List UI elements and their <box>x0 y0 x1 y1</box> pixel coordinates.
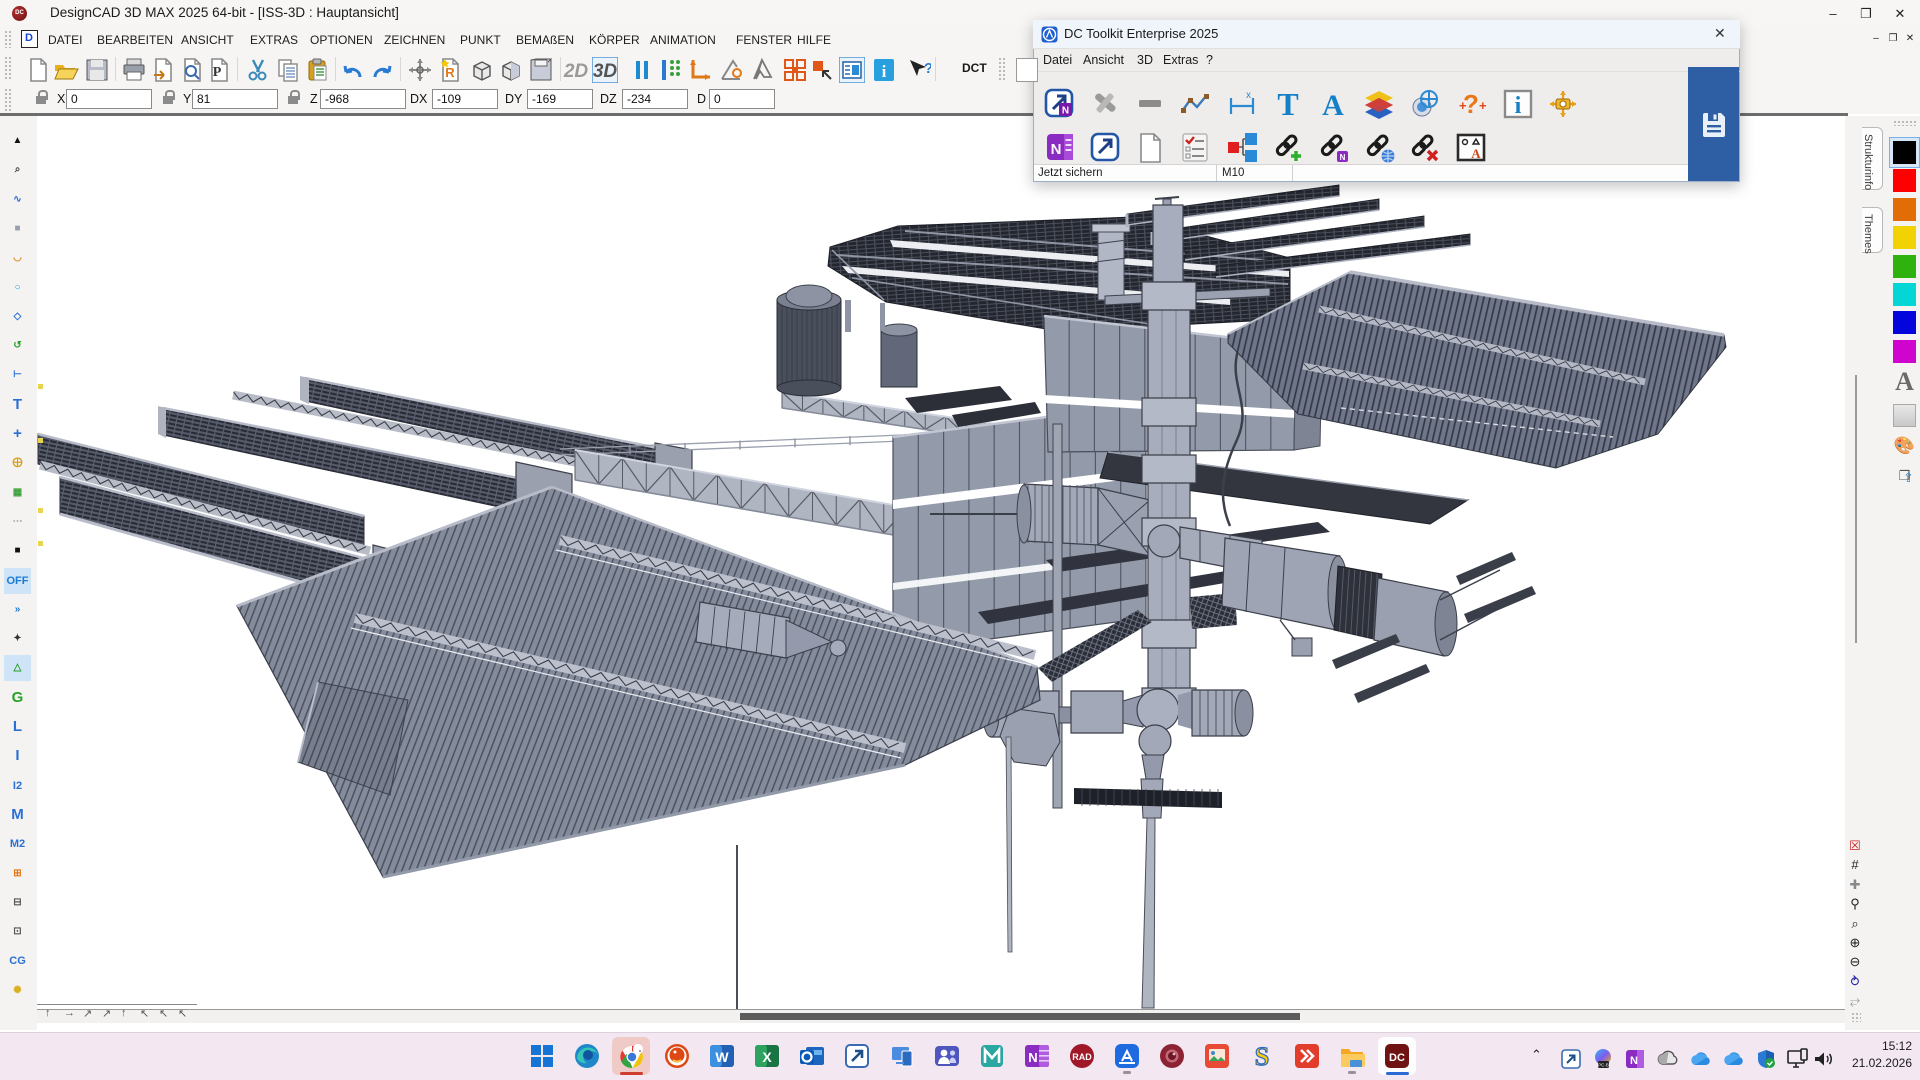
svg-text:R: R <box>445 65 455 80</box>
svg-text:N: N <box>1340 153 1346 162</box>
svg-text:A: A <box>1322 89 1344 122</box>
svg-text:+: + <box>1459 98 1467 113</box>
svg-text:N: N <box>1630 1055 1638 1067</box>
svg-text:x: x <box>1246 90 1251 101</box>
svg-text:DC: DC <box>1389 1052 1405 1064</box>
svg-text:2D: 2D <box>563 61 588 82</box>
svg-text:3D: 3D <box>593 61 618 82</box>
svg-text:i: i <box>1515 93 1522 119</box>
svg-text:N: N <box>1028 1050 1037 1065</box>
svg-text:N: N <box>1051 141 1062 158</box>
svg-text:W: W <box>715 1049 729 1065</box>
svg-text:+: + <box>1479 98 1487 113</box>
svg-text:PC·B: PC·B <box>1598 1063 1609 1068</box>
svg-text:i: i <box>882 62 887 81</box>
svg-text:N: N <box>1062 106 1069 117</box>
svg-text:A: A <box>1471 146 1481 161</box>
svg-text:S: S <box>1255 1042 1269 1070</box>
svg-text:RAD: RAD <box>1072 1052 1092 1062</box>
svg-text:X: X <box>762 1049 772 1065</box>
svg-text:?: ? <box>924 60 931 77</box>
svg-text:P: P <box>213 65 222 80</box>
svg-text:T: T <box>1277 88 1298 122</box>
